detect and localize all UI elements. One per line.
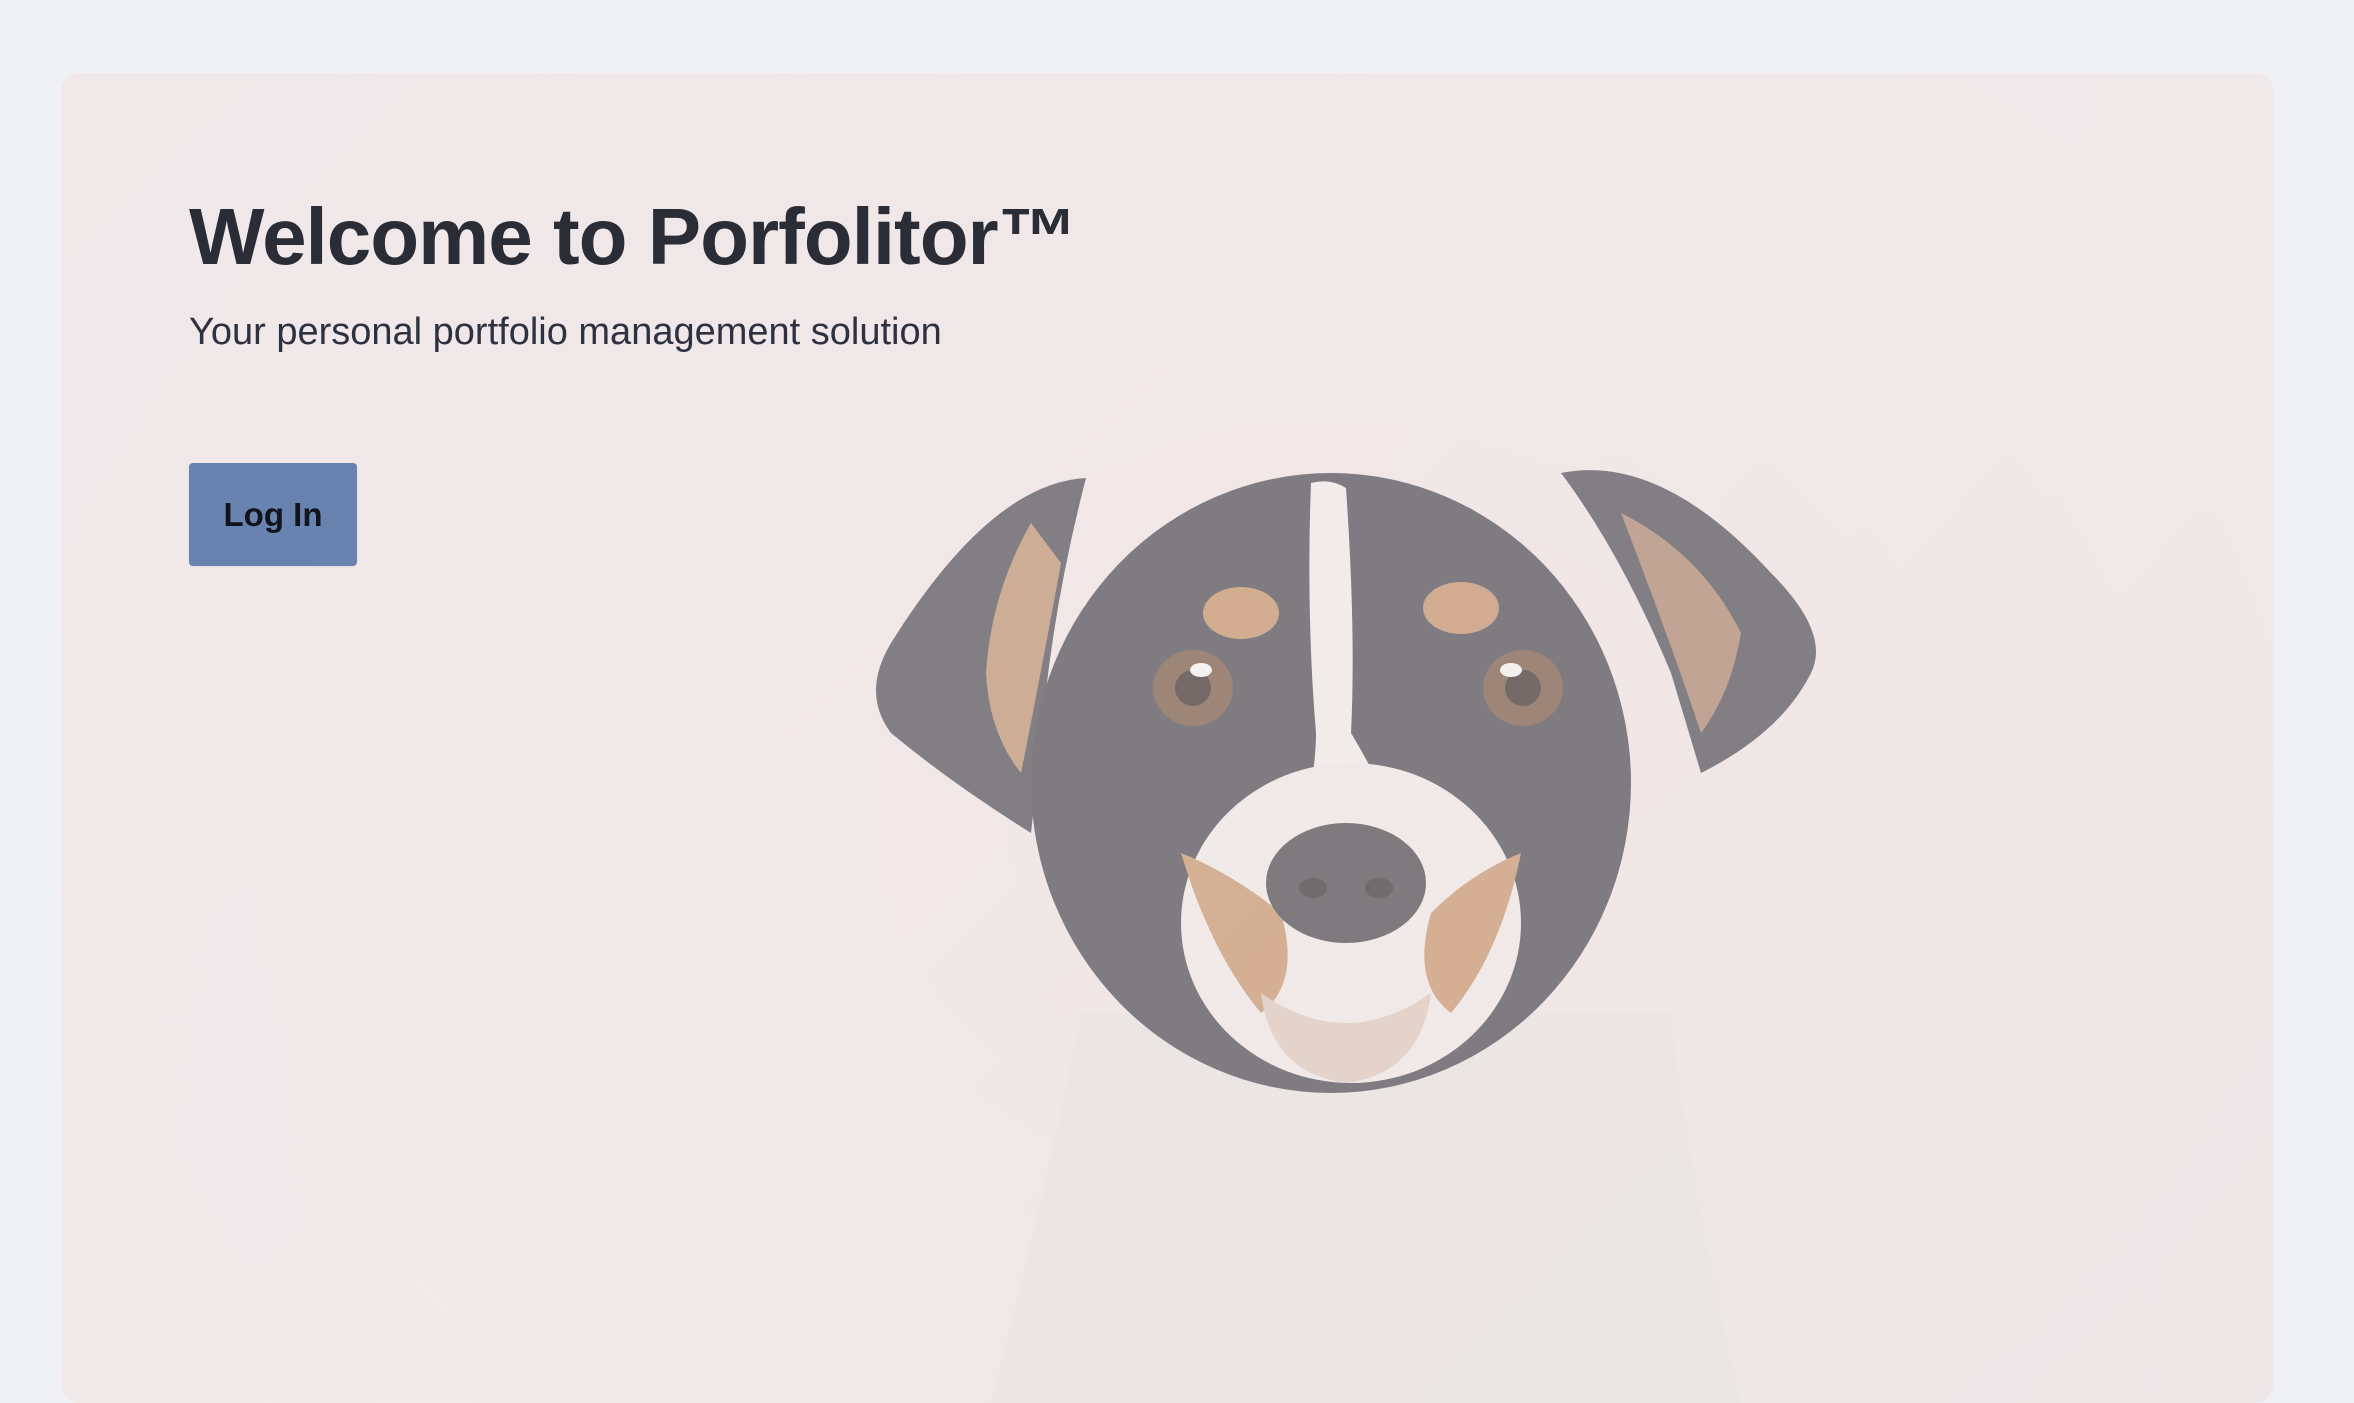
hero-text: Welcome to Porfolitor™ Your personal por… — [189, 192, 1078, 354]
dog-portrait-image — [876, 470, 1816, 1403]
hero-card: Welcome to Porfolitor™ Your personal por… — [61, 73, 2273, 1403]
page-subtitle: Your personal portfolio management solut… — [189, 311, 942, 353]
page-title: Welcome to Porfolitor™ — [189, 192, 1078, 281]
login-button[interactable]: Log In — [189, 463, 357, 566]
